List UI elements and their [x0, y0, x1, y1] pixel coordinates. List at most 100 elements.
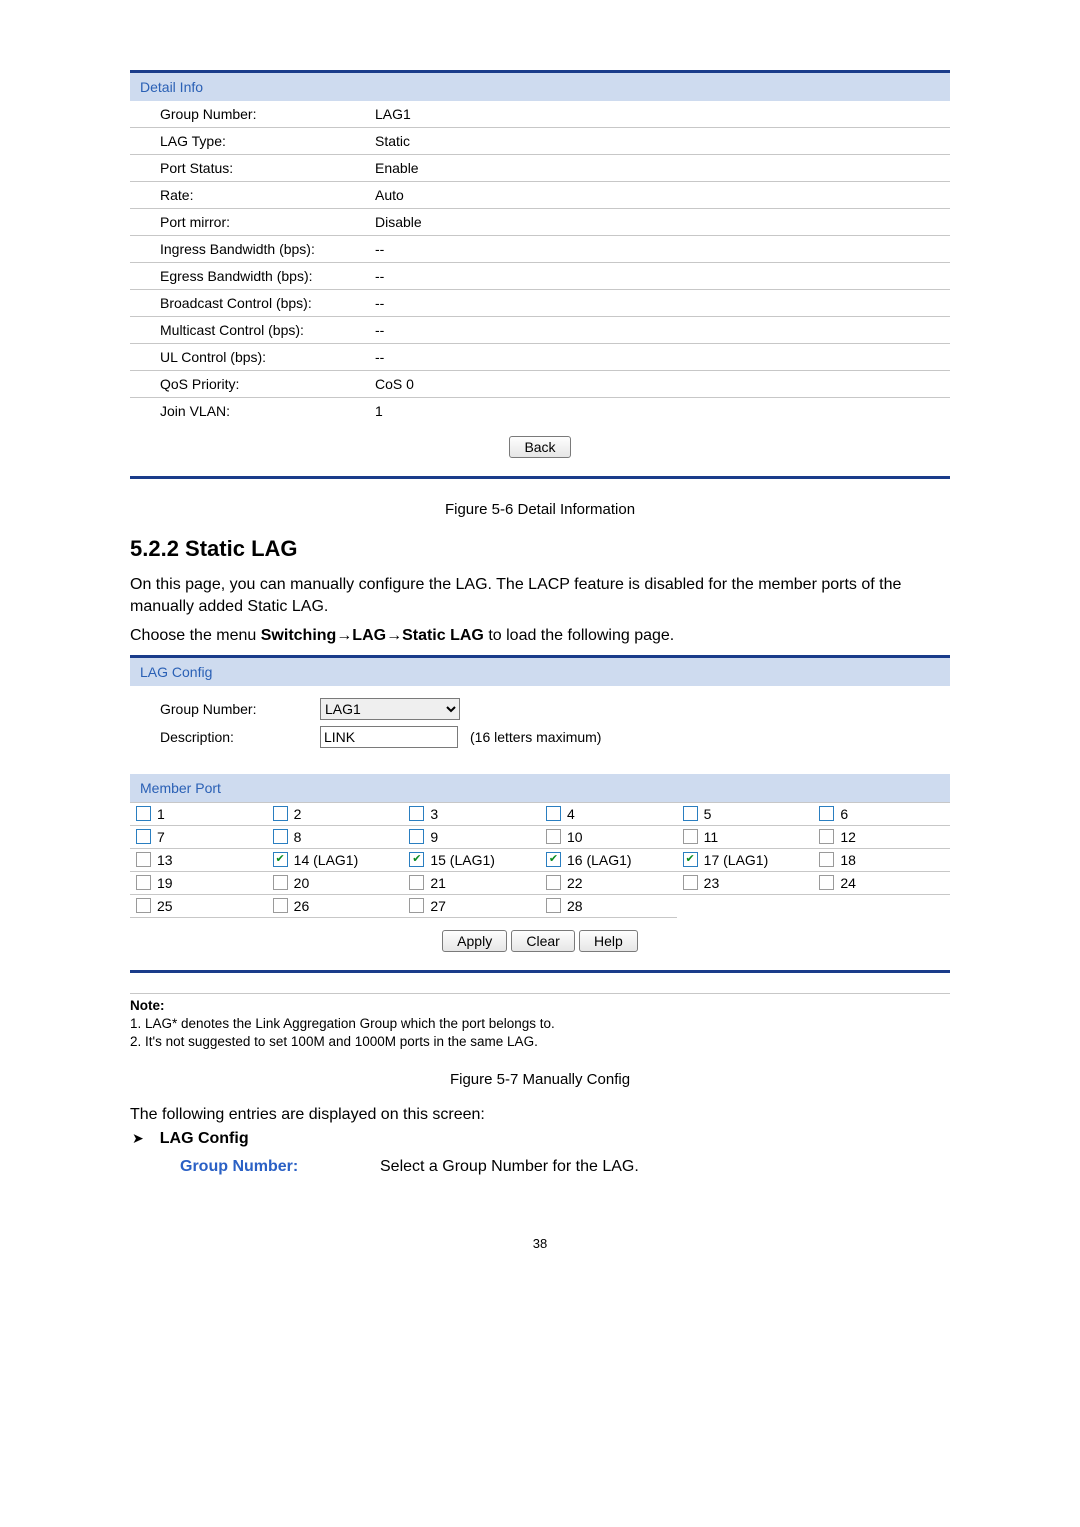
detail-info-value: --: [375, 349, 950, 365]
clear-button[interactable]: Clear: [511, 930, 574, 952]
port-checkbox[interactable]: [683, 829, 698, 844]
port-checkbox[interactable]: [683, 806, 698, 821]
member-port-cell: 1: [130, 803, 267, 826]
detail-info-label: Port Status:: [160, 160, 375, 176]
port-checkbox[interactable]: [409, 898, 424, 913]
member-port-cell: 5: [677, 803, 814, 826]
detail-info-row: Rate:Auto: [130, 182, 950, 209]
port-checkbox[interactable]: [136, 852, 151, 867]
note-title: Note:: [130, 998, 950, 1013]
port-label: 1: [157, 806, 165, 822]
port-checkbox[interactable]: [409, 875, 424, 890]
detail-info-label: Broadcast Control (bps):: [160, 295, 375, 311]
definition-desc: Select a Group Number for the LAG.: [380, 1158, 950, 1176]
port-label: 3: [430, 806, 438, 822]
section-heading: 5.2.2 Static LAG: [130, 536, 950, 562]
member-port-cell: 23: [677, 872, 814, 895]
port-checkbox[interactable]: [819, 829, 834, 844]
port-checkbox[interactable]: [819, 852, 834, 867]
section-para-1: On this page, you can manually configure…: [130, 574, 950, 617]
detail-info-label: Ingress Bandwidth (bps):: [160, 241, 375, 257]
group-number-select[interactable]: LAG1: [320, 698, 460, 720]
note-line-1: 1. LAG* denotes the Link Aggregation Gro…: [130, 1016, 950, 1031]
member-port-cell: ✔ 15 (LAG1): [403, 849, 540, 872]
apply-button[interactable]: Apply: [442, 930, 507, 952]
member-port-cell: ✔14 (LAG1): [267, 849, 404, 872]
port-label: 13: [157, 852, 173, 868]
port-label: 20: [294, 875, 310, 891]
port-checkbox[interactable]: [546, 875, 561, 890]
member-port-cell: 27: [403, 895, 540, 918]
port-checkbox[interactable]: ✔: [409, 852, 424, 867]
member-port-cell: 4: [540, 803, 677, 826]
port-checkbox[interactable]: [546, 898, 561, 913]
port-label: 15 (LAG1): [430, 852, 495, 868]
member-port-cell: ✔ 16 (LAG1): [540, 849, 677, 872]
detail-info-value: --: [375, 268, 950, 284]
figure-5-7-caption: Figure 5-7 Manually Config: [130, 1071, 950, 1088]
detail-info-row: Egress Bandwidth (bps):--: [130, 263, 950, 290]
port-label: 12: [840, 829, 856, 845]
back-button[interactable]: Back: [509, 436, 570, 458]
port-label: 17 (LAG1): [704, 852, 769, 868]
para2-post: to load the following page.: [484, 627, 674, 644]
member-port-cell: 9: [403, 826, 540, 849]
member-port-cell: 28: [540, 895, 677, 918]
detail-info-value: --: [375, 322, 950, 338]
detail-info-value: --: [375, 295, 950, 311]
port-label: 10: [567, 829, 583, 845]
port-checkbox[interactable]: [546, 829, 561, 844]
detail-info-value: LAG1: [375, 106, 950, 122]
detail-info-row: Group Number:LAG1: [130, 101, 950, 128]
port-checkbox[interactable]: [683, 875, 698, 890]
port-checkbox[interactable]: ✔: [683, 852, 698, 867]
port-checkbox[interactable]: [136, 806, 151, 821]
port-checkbox[interactable]: [819, 875, 834, 890]
port-checkbox[interactable]: [273, 875, 288, 890]
port-label: 16 (LAG1): [567, 852, 632, 868]
detail-info-row: LAG Type:Static: [130, 128, 950, 155]
port-checkbox[interactable]: [136, 898, 151, 913]
port-label: 24: [840, 875, 856, 891]
group-number-label: Group Number:: [160, 701, 320, 717]
detail-info-value: Disable: [375, 214, 950, 230]
entries-intro: The following entries are displayed on t…: [130, 1106, 950, 1124]
separator: [130, 993, 950, 994]
port-label: 27: [430, 898, 446, 914]
port-label: 21: [430, 875, 446, 891]
detail-info-value: --: [375, 241, 950, 257]
member-port-cell: 20: [267, 872, 404, 895]
port-checkbox[interactable]: [273, 829, 288, 844]
para2-pre: Choose the menu: [130, 627, 261, 644]
port-checkbox[interactable]: [136, 875, 151, 890]
port-checkbox[interactable]: ✔: [546, 852, 561, 867]
port-checkbox[interactable]: [273, 806, 288, 821]
help-button[interactable]: Help: [579, 930, 638, 952]
detail-info-label: Join VLAN:: [160, 403, 375, 419]
port-label: 9: [430, 829, 438, 845]
port-checkbox[interactable]: ✔: [273, 852, 288, 867]
detail-info-row: Port mirror:Disable: [130, 209, 950, 236]
member-port-cell: 6: [813, 803, 950, 826]
detail-info-row: Ingress Bandwidth (bps):--: [130, 236, 950, 263]
description-input[interactable]: [320, 726, 458, 748]
detail-info-row: Port Status:Enable: [130, 155, 950, 182]
detail-info-row: QoS Priority:CoS 0: [130, 371, 950, 398]
port-checkbox[interactable]: [409, 806, 424, 821]
port-checkbox[interactable]: [546, 806, 561, 821]
detail-info-value: Enable: [375, 160, 950, 176]
member-port-cell: 11: [677, 826, 814, 849]
detail-info-row: Broadcast Control (bps):--: [130, 290, 950, 317]
member-port-cell: 18: [813, 849, 950, 872]
port-checkbox[interactable]: [136, 829, 151, 844]
note-block: Note: 1. LAG* denotes the Link Aggregati…: [130, 998, 950, 1049]
detail-info-value: CoS 0: [375, 376, 950, 392]
member-port-cell: ✔ 17 (LAG1): [677, 849, 814, 872]
port-label: 19: [157, 875, 173, 891]
note-line-2: 2. It's not suggested to set 100M and 10…: [130, 1034, 950, 1049]
member-port-cell: 25: [130, 895, 267, 918]
port-checkbox[interactable]: [273, 898, 288, 913]
port-checkbox[interactable]: [409, 829, 424, 844]
port-checkbox[interactable]: [819, 806, 834, 821]
section-para-2: Choose the menu Switching→LAG→Static LAG…: [130, 625, 950, 647]
